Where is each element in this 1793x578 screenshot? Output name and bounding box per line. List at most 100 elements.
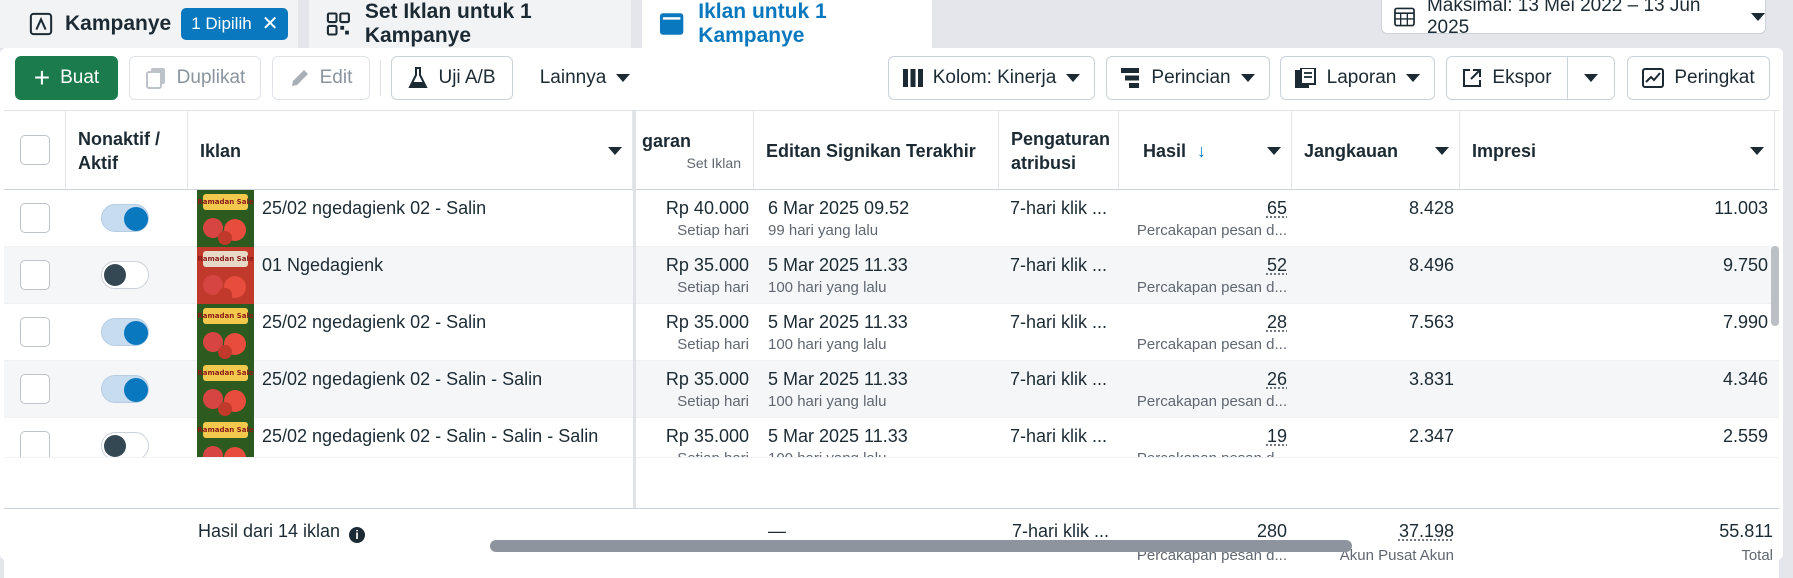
- totals-reach-value: 37.198: [1399, 521, 1454, 542]
- tab-ad-sets[interactable]: Set Iklan untuk 1 Kampanye: [309, 0, 631, 48]
- frozen-column-divider: [633, 110, 636, 560]
- header-results[interactable]: Hasil ↓: [1119, 111, 1292, 191]
- selected-badge[interactable]: 1 Dipilih ✕: [181, 8, 288, 40]
- budget-period: Setiap hari: [677, 222, 749, 239]
- export-button[interactable]: Ekspor: [1446, 56, 1568, 100]
- ab-test-button[interactable]: Uji A/B: [391, 56, 513, 100]
- row-checkbox[interactable]: [20, 317, 50, 347]
- vertical-scrollbar[interactable]: [1771, 246, 1779, 326]
- budget-cell: Rp 35.000Setiap hari: [636, 361, 749, 418]
- info-icon[interactable]: i: [349, 527, 365, 543]
- results-value[interactable]: 65: [1267, 198, 1287, 219]
- ads-manager: Kampanye 1 Dipilih ✕ Set Iklan untuk 1 K…: [0, 0, 1793, 569]
- results-cell: 28 Percakapan pesan d...: [1119, 304, 1287, 361]
- ad-status-toggle[interactable]: [101, 375, 149, 403]
- header-ad-name[interactable]: Iklan: [188, 111, 633, 191]
- select-all-checkbox[interactable]: [20, 135, 50, 165]
- chevron-down-icon[interactable]: [1267, 147, 1281, 155]
- results-cell: 26 Percakapan pesan d...: [1119, 361, 1287, 418]
- reach-cell: 2.347: [1292, 418, 1454, 458]
- row-checkbox[interactable]: [20, 203, 50, 233]
- attribution-value: 7-hari klik ...: [1010, 255, 1107, 276]
- breakdown-button[interactable]: Perincian: [1106, 56, 1270, 100]
- ad-status-toggle[interactable]: [101, 261, 149, 289]
- date-range-picker[interactable]: Maksimal: 13 Mei 2022 – 13 Jun 2025: [1381, 0, 1766, 34]
- chevron-down-icon[interactable]: [1750, 147, 1764, 155]
- columns-button-label: Kolom: Kinerja: [933, 67, 1057, 89]
- header-reach[interactable]: Jangkauan: [1292, 111, 1460, 191]
- edit-button[interactable]: Edit: [272, 56, 370, 100]
- results-value[interactable]: 52: [1267, 255, 1287, 276]
- ad-icon: [659, 11, 684, 37]
- header-toggle-label: Nonaktif / Aktif: [78, 127, 168, 175]
- ad-status-toggle[interactable]: [101, 432, 149, 458]
- attribution-cell: 7-hari klik ...: [1010, 247, 1120, 304]
- header-attribution[interactable]: Pengaturan atribusi: [999, 111, 1119, 191]
- ad-name-cell[interactable]: 25/02 ngedagienk 02 - Salin - Salin: [262, 361, 622, 418]
- results-value[interactable]: 19: [1267, 426, 1287, 447]
- horizontal-scrollbar[interactable]: [490, 540, 1352, 552]
- create-button[interactable]: + Buat: [15, 56, 118, 100]
- reports-icon: [1295, 68, 1317, 88]
- last-edit-ago: 99 hari yang lalu: [768, 222, 878, 239]
- duplicate-icon: [145, 67, 167, 89]
- totals-impressions-value: 55.811: [1719, 521, 1773, 542]
- duplicate-button[interactable]: Duplikat: [129, 56, 261, 100]
- more-button[interactable]: Lainnya: [527, 56, 643, 100]
- table-row[interactable]: Ramadan Sale 25/02 ngedagienk 02 - Salin …: [4, 418, 1779, 458]
- ad-thumbnail: Ramadan Sale: [197, 190, 254, 247]
- totals-reach: 37.198 Akun Pusat Akun: [1292, 509, 1454, 566]
- plus-icon: +: [34, 68, 50, 88]
- breakdown-icon: [1121, 68, 1141, 88]
- header-budget[interactable]: garan Set Iklan: [636, 111, 754, 191]
- header-impressions[interactable]: Impresi: [1460, 111, 1775, 191]
- reports-button[interactable]: Laporan: [1280, 56, 1435, 100]
- chevron-down-icon[interactable]: [1435, 147, 1449, 155]
- last-edit-ago: 100 hari yang lalu: [768, 279, 886, 296]
- ad-name[interactable]: 25/02 ngedagienk 02 - Salin: [262, 198, 486, 219]
- chevron-down-icon[interactable]: [608, 147, 622, 155]
- totals-attribution: 7-hari klik ...: [1012, 509, 1122, 566]
- row-checkbox[interactable]: [20, 374, 50, 404]
- thumbnail-text: Ramadan Sale: [197, 426, 253, 434]
- table-row[interactable]: Ramadan Sale 25/02 ngedagienk 02 - Salin R…: [4, 304, 1779, 361]
- ad-name[interactable]: 01 Ngedagienk: [262, 255, 383, 276]
- ad-name[interactable]: 25/02 ngedagienk 02 - Salin - Salin: [262, 369, 542, 390]
- tab-ads[interactable]: Iklan untuk 1 Kampanye: [642, 0, 932, 48]
- header-attribution-label: Pengaturan atribusi: [1011, 127, 1111, 175]
- results-value[interactable]: 28: [1267, 312, 1287, 333]
- table-row[interactable]: Ramadan Sale 01 Ngedagienk Rp 35.000 Setiap…: [4, 247, 1779, 304]
- ad-name-cell[interactable]: 25/02 ngedagienk 02 - Salin - Salin - Sa…: [262, 418, 622, 458]
- close-icon[interactable]: ✕: [262, 16, 279, 32]
- row-checkbox[interactable]: [20, 431, 50, 458]
- rank-button[interactable]: Peringkat: [1627, 56, 1770, 100]
- toggle-knob: [104, 435, 126, 457]
- header-last-edit[interactable]: Editan Signikan Terakhir: [754, 111, 999, 191]
- ad-name-cell[interactable]: 25/02 ngedagienk 02 - Salin: [262, 190, 622, 247]
- totals-label-cell: Hasil dari 14 iklan i: [198, 509, 618, 566]
- ad-thumbnail: Ramadan Sale: [197, 247, 254, 304]
- export-menu-button[interactable]: [1567, 56, 1615, 100]
- ad-name-cell[interactable]: 01 Ngedagienk: [262, 247, 622, 304]
- table-header: Nonaktif / Aktif Iklan garan Set Iklan E…: [4, 110, 1779, 190]
- attribution-value: 7-hari klik ...: [1010, 312, 1107, 333]
- tab-ad-sets-label: Set Iklan untuk 1 Kampanye: [365, 0, 631, 48]
- ad-status-toggle[interactable]: [101, 204, 149, 232]
- ad-status-toggle[interactable]: [101, 318, 149, 346]
- results-value[interactable]: 26: [1267, 369, 1287, 390]
- results-type: Percakapan pesan d...: [1137, 222, 1287, 239]
- ad-name-cell[interactable]: 25/02 ngedagienk 02 - Salin: [262, 304, 622, 361]
- budget-cell: Rp 35.000Setiap hari: [636, 418, 749, 458]
- columns-button[interactable]: Kolom: Kinerja: [888, 56, 1095, 100]
- tab-campaigns[interactable]: Kampanye 1 Dipilih ✕: [0, 0, 298, 48]
- reach-value: 8.496: [1409, 255, 1454, 276]
- table-row[interactable]: Ramadan Sale 25/02 ngedagienk 02 - Salin R…: [4, 190, 1779, 247]
- last-edit-ago: 100 hari yang lalu: [768, 450, 886, 458]
- ad-name[interactable]: 25/02 ngedagienk 02 - Salin: [262, 312, 486, 333]
- row-checkbox[interactable]: [20, 260, 50, 290]
- impressions-cell: 4.346: [1460, 361, 1768, 418]
- attribution-value: 7-hari klik ...: [1010, 426, 1107, 447]
- ad-name[interactable]: 25/02 ngedagienk 02 - Salin - Salin - Sa…: [262, 426, 598, 447]
- table-row[interactable]: Ramadan Sale 25/02 ngedagienk 02 - Salin …: [4, 361, 1779, 418]
- chevron-down-icon: [1241, 74, 1255, 82]
